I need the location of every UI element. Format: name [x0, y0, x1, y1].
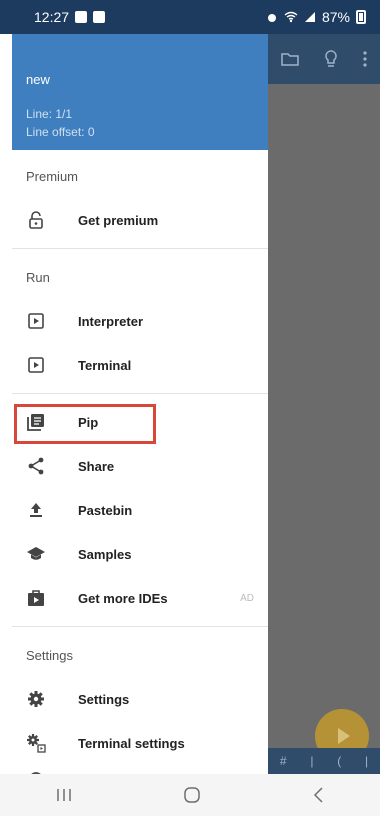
- menu-item-get-premium[interactable]: Get premium: [12, 198, 268, 242]
- terminal-settings-icon: [26, 733, 46, 753]
- gear-icon: [26, 689, 46, 709]
- school-icon: [26, 544, 46, 564]
- menu-item-label: Terminal: [78, 357, 132, 373]
- upload-icon: [26, 500, 46, 520]
- menu-item-interpreter[interactable]: Interpreter: [12, 299, 268, 343]
- file-name: new: [26, 72, 50, 87]
- menu-item-partial[interactable]: [12, 765, 268, 774]
- menu-item-settings[interactable]: Settings: [12, 677, 268, 721]
- battery-percent: 87%: [321, 9, 350, 25]
- wifi-icon: [284, 11, 298, 23]
- symbol-key[interactable]: |: [365, 754, 368, 768]
- menu-item-share[interactable]: Share: [12, 444, 268, 488]
- symbol-key[interactable]: #: [280, 754, 287, 768]
- status-bar: 12:27 87%: [0, 0, 380, 34]
- back-icon[interactable]: [312, 787, 324, 803]
- ad-badge: AD: [240, 592, 254, 604]
- image-icon: [93, 11, 106, 23]
- menu-item-label: Samples: [78, 546, 132, 562]
- notification-icon: [75, 11, 88, 23]
- play-box-icon: [26, 355, 46, 375]
- editor-background: # | ( |: [268, 34, 380, 774]
- menu-item-label: Interpreter: [78, 313, 144, 329]
- recent-apps-icon[interactable]: [56, 788, 72, 802]
- section-premium: Premium: [26, 168, 79, 184]
- status-time: 12:27: [34, 9, 70, 25]
- drawer-header: new Line: 1/1 Line offset: 0: [12, 34, 268, 150]
- signal-icon: [304, 12, 315, 22]
- battery-icon: [356, 10, 366, 24]
- divider: [12, 393, 268, 394]
- divider: [12, 248, 268, 249]
- menu-item-pastebin[interactable]: Pastebin: [12, 488, 268, 532]
- menu-item-samples[interactable]: Samples: [12, 532, 268, 576]
- navigation-drawer: new Line: 1/1 Line offset: 0 Premium Get…: [12, 34, 268, 774]
- menu-item-label: Share: [78, 458, 115, 474]
- more-vert-icon[interactable]: [363, 51, 367, 67]
- symbol-key[interactable]: |: [310, 754, 313, 768]
- menu-item-label: Get more IDEs: [78, 590, 168, 606]
- app-toolbar: [268, 34, 380, 84]
- line-info: Line: 1/1: [26, 107, 73, 121]
- folder-icon[interactable]: [280, 52, 299, 66]
- line-offset-info: Line offset: 0: [26, 125, 95, 139]
- play-box-icon: [26, 311, 46, 331]
- menu-item-label: Settings: [78, 691, 130, 707]
- menu-item-terminal[interactable]: Terminal: [12, 343, 268, 387]
- highlight-box: [14, 404, 156, 444]
- shop-icon: [26, 588, 46, 608]
- lightbulb-icon[interactable]: [324, 50, 338, 68]
- alarm-icon: [267, 14, 276, 22]
- lock-icon: [26, 210, 46, 230]
- menu-item-label: Get premium: [78, 212, 159, 228]
- menu-item-label: Pastebin: [78, 502, 133, 518]
- play-icon: [338, 728, 350, 744]
- system-navigation-bar: [0, 774, 380, 816]
- share-icon: [26, 456, 46, 476]
- section-settings: Settings: [26, 647, 73, 663]
- symbol-key[interactable]: (: [337, 754, 341, 768]
- menu-item-label: Terminal settings: [78, 735, 185, 751]
- menu-item-terminal-settings[interactable]: Terminal settings: [12, 721, 268, 765]
- symbol-bar: # | ( |: [268, 748, 380, 774]
- section-run: Run: [26, 269, 50, 285]
- home-icon[interactable]: [183, 786, 201, 804]
- partial-icon: [26, 765, 46, 774]
- divider: [12, 626, 268, 627]
- menu-item-get-more-ides[interactable]: Get more IDEs AD: [12, 576, 268, 620]
